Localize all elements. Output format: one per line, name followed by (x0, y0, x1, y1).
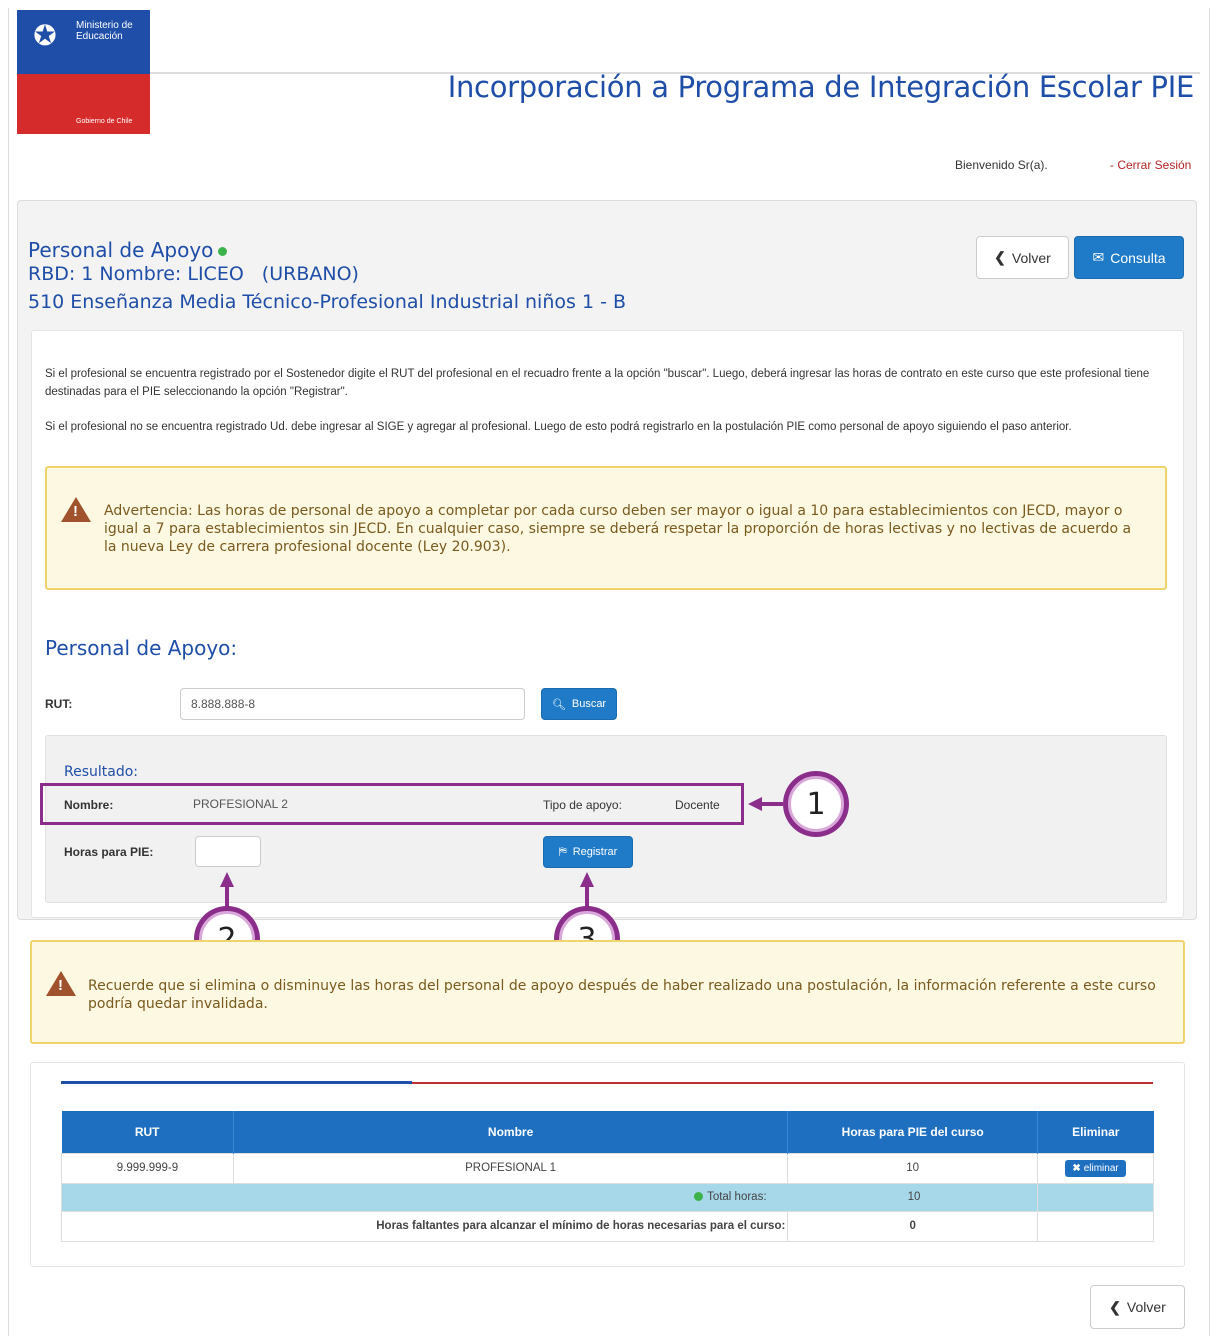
save-icon: ⛿ (558, 845, 567, 858)
section-title: Personal de Apoyo: (45, 636, 238, 660)
warning-text-hours: Advertencia: Las horas de personal de ap… (104, 503, 1132, 555)
faltantes-row: Horas faltantes para alcanzar el mínimo … (60, 1210, 1154, 1242)
cell-nombre: PROFESIONAL 1 (232, 1152, 789, 1184)
consulta-label: Consulta (1110, 249, 1166, 266)
volver-button[interactable]: ❮ Volver (976, 236, 1069, 279)
chevron-left-icon: ❮ (994, 249, 1006, 265)
cell-horas: 10 (787, 1152, 1039, 1184)
ministry-logo: ✪ Ministerio de Educación Gobierno de Ch… (17, 10, 150, 134)
warning-icon (61, 497, 91, 522)
registrar-label: Registrar (572, 846, 618, 858)
search-icon: 🔍︎ (551, 698, 566, 711)
zone-text: (URBANO) (261, 263, 359, 285)
callout-1-number: 1 (788, 776, 844, 832)
consulta-button[interactable]: ✉ Consulta (1074, 236, 1184, 279)
info-paragraph-1: Si el profesional se encuentra registrad… (45, 368, 1150, 398)
table-header-row: RUT Nombre Horas para PIE del curso Elim… (61, 1111, 1154, 1153)
th-eliminar: Eliminar (1037, 1111, 1154, 1153)
rbd-line: RBD: 1 Nombre: LICEO (URBANO) (28, 263, 359, 285)
th-nombre: Nombre (233, 1111, 789, 1153)
highlight-box (40, 783, 744, 825)
status-dot-icon (694, 1192, 704, 1202)
welcome-text: Bienvenido Sr(a). (955, 158, 1048, 172)
logo-gob-text: Gobierno de Chile (76, 118, 133, 125)
cell-eliminar: ✖ eliminar (1037, 1152, 1154, 1184)
cell-rut: 9.999.999-9 (61, 1152, 234, 1184)
buscar-button[interactable]: 🔍︎ Buscar (541, 688, 617, 720)
chevron-left-icon: ❮ (1109, 1298, 1121, 1315)
faltantes-label: Horas faltantes para alcanzar el mínimo … (60, 1210, 789, 1242)
buscar-label: Buscar (571, 698, 607, 710)
result-title: Resultado: (64, 764, 139, 780)
horas-input[interactable] (195, 836, 261, 867)
warning-box-hours: Advertencia: Las horas de personal de ap… (45, 466, 1167, 590)
stripe-blue (61, 1081, 412, 1084)
callout-1: 1 (783, 771, 849, 837)
warning-text-delete: Recuerde que si elimina o disminuye las … (88, 978, 1156, 1012)
total-value: 10 (907, 1191, 921, 1203)
info-paragraph-2: Si el profesional no se encuentra regist… (45, 421, 1072, 433)
logo-ministry-text: Ministerio de Educación (76, 20, 133, 42)
rbd-text: RBD: 1 Nombre: LICEO (28, 263, 244, 285)
volver-label-bottom: Volver (1126, 1299, 1166, 1315)
logout-link[interactable]: - Cerrar Sesión (1110, 158, 1191, 172)
horas-label: Horas para PIE: (64, 845, 154, 859)
eliminar-button[interactable]: ✖ eliminar (1065, 1159, 1126, 1177)
total-row: Total horas: (60, 1182, 1154, 1212)
page-title-text: Personal de Apoyo (28, 238, 214, 262)
status-dot-icon (218, 247, 228, 256)
faltantes-value: 0 (787, 1210, 1039, 1242)
course-line: 510 Enseñanza Media Técnico-Profesional … (28, 291, 626, 313)
page-title: Personal de Apoyo (28, 238, 228, 262)
registrar-button[interactable]: ⛿ Registrar (543, 836, 633, 868)
rut-input[interactable] (180, 688, 525, 720)
close-icon: ✖ (1072, 1162, 1081, 1174)
th-rut: RUT (61, 1111, 234, 1153)
th-horas: Horas para PIE del curso (787, 1111, 1039, 1153)
personal-table: RUT Nombre Horas para PIE del curso Elim… (60, 1111, 1154, 1242)
volver-label: Volver (1011, 249, 1051, 266)
app-title: Incorporación a Programa de Integración … (447, 70, 1195, 104)
warning-icon (46, 971, 76, 996)
stripe-red (412, 1082, 1153, 1084)
rut-label: RUT: (45, 697, 73, 711)
eliminar-label: eliminar (1083, 1162, 1119, 1174)
volver-button-bottom[interactable]: ❮ Volver (1090, 1285, 1185, 1329)
logo-red-band (17, 74, 150, 134)
crest-icon: ✪ (33, 20, 57, 51)
total-value-cell (1037, 1182, 1154, 1212)
faltantes-empty (1037, 1210, 1154, 1242)
table-row: 9.999.999-9 PROFESIONAL 1 10 ✖ eliminar (61, 1152, 1154, 1184)
warning-box-delete: Recuerde que si elimina o disminuye las … (30, 940, 1185, 1044)
envelope-icon: ✉ (1092, 249, 1105, 265)
